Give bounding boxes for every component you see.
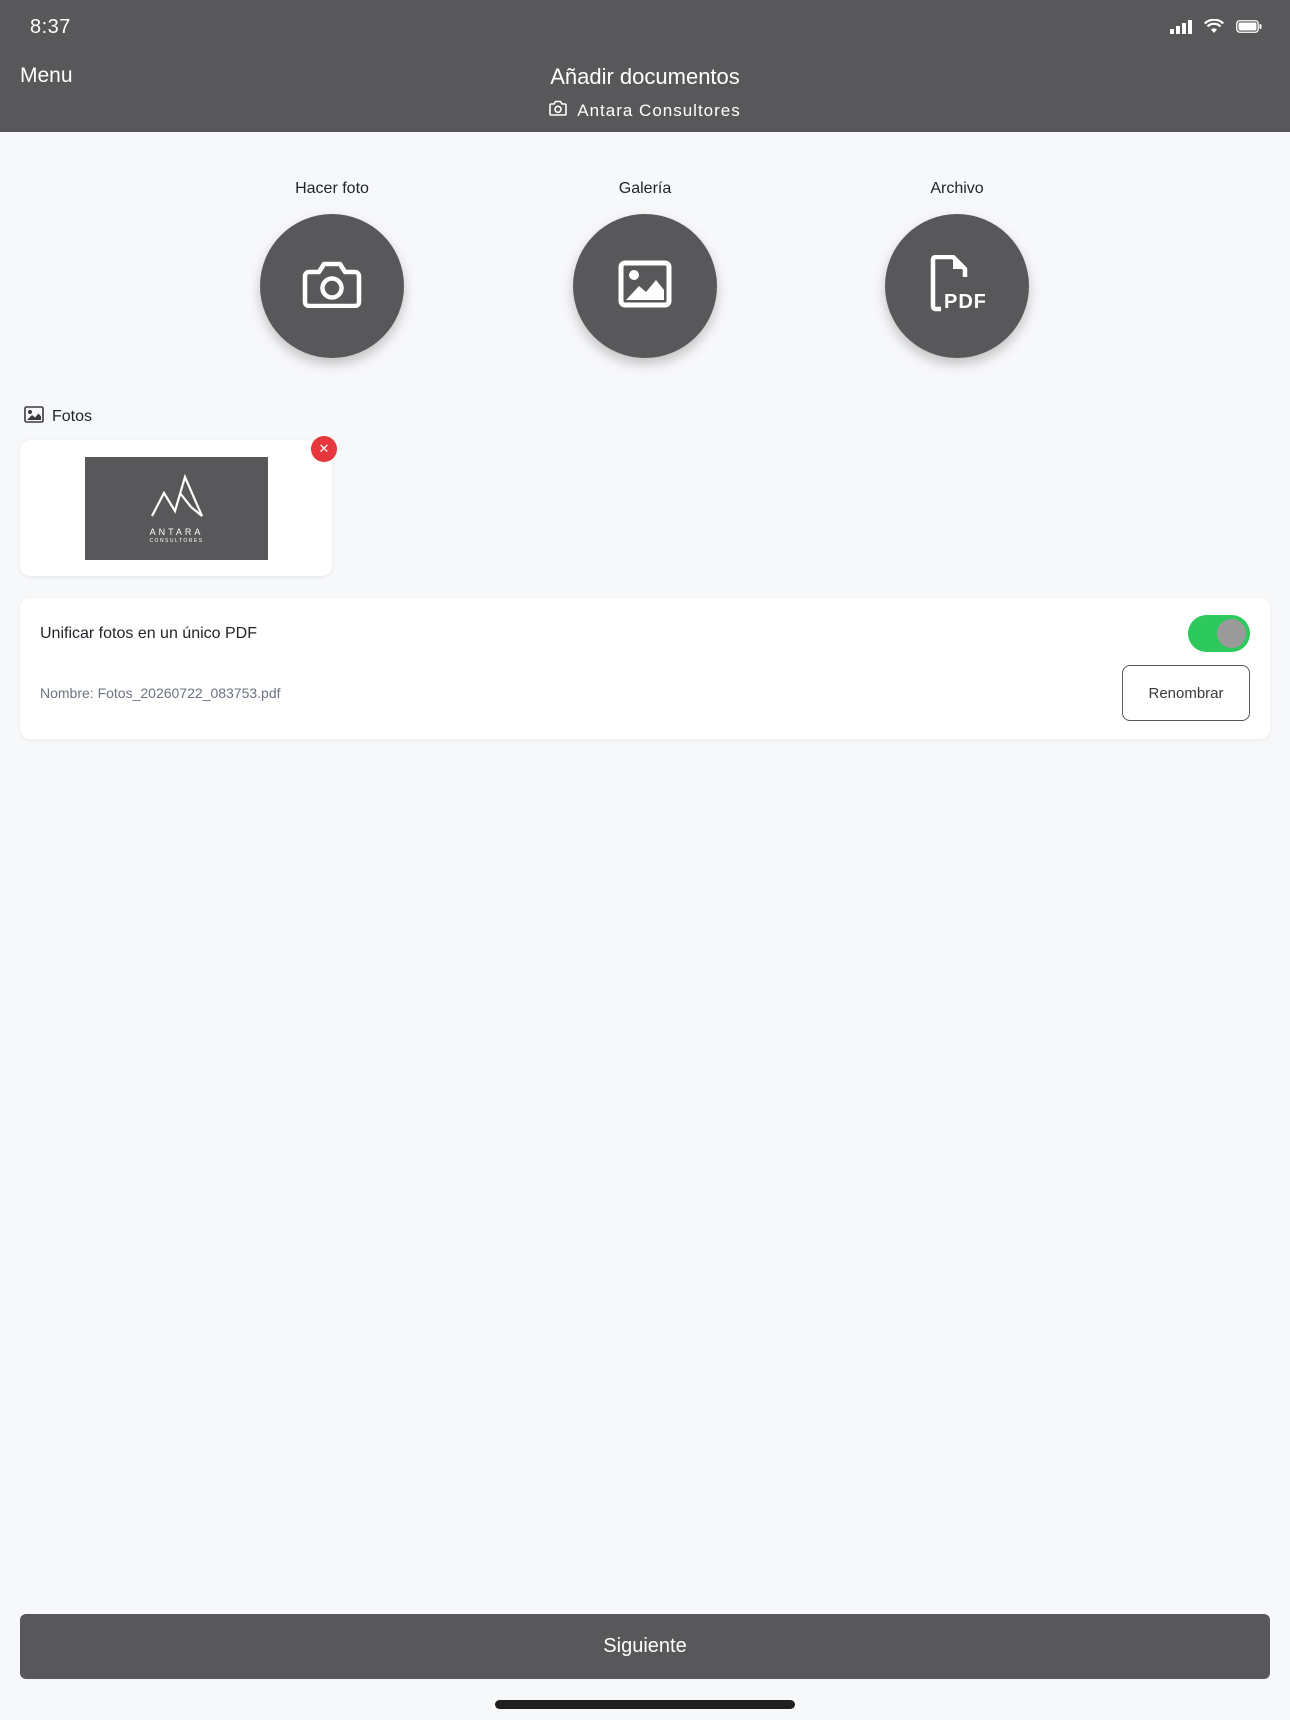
cellular-signal-icon [1170, 19, 1192, 39]
camera-icon [549, 100, 568, 121]
take-photo-action[interactable]: Hacer foto [252, 180, 412, 358]
page-title: Añadir documentos [550, 64, 740, 89]
company-subtitle: Antara Consultores [0, 100, 1290, 121]
photo-thumbnail: ANTARA CONSULTORES [85, 457, 268, 560]
thumbnail-brand: ANTARA [149, 527, 204, 537]
take-photo-label: Hacer foto [295, 180, 369, 197]
gallery-button[interactable] [573, 214, 717, 358]
photo-card[interactable]: ANTARA CONSULTORES [20, 440, 332, 576]
camera-icon [302, 260, 362, 313]
pdf-file-icon: PDF [929, 254, 986, 318]
next-button[interactable]: Siguiente [20, 1614, 1270, 1679]
page: 8:37 Menu Añadir documentos Antara Consu… [0, 0, 1290, 1720]
status-icons [1170, 18, 1262, 39]
pdf-file-name: Nombre: Fotos_20260722_083753.pdf [40, 685, 281, 701]
photos-section-header: Fotos [24, 406, 92, 428]
take-photo-button[interactable] [260, 214, 404, 358]
svg-text:PDF: PDF [944, 291, 985, 313]
file-button[interactable]: PDF [885, 214, 1029, 358]
thumbnail-brand-sub: CONSULTORES [149, 538, 204, 544]
merge-pdf-label: Unificar fotos en un único PDF [40, 625, 257, 642]
toggle-knob [1217, 619, 1246, 648]
merge-pdf-card: Unificar fotos en un único PDF Nombre: F… [20, 598, 1270, 739]
photos-section-label: Fotos [52, 408, 93, 425]
battery-icon [1236, 20, 1262, 38]
close-icon: ✕ [318, 441, 330, 456]
gallery-action[interactable]: Galería [565, 180, 725, 358]
file-action[interactable]: Archivo PDF [877, 180, 1037, 358]
app-header: 8:37 Menu Añadir documentos Antara Consu… [0, 0, 1290, 132]
gallery-label: Galería [618, 180, 672, 197]
antara-logo-icon [149, 473, 205, 524]
image-icon [24, 406, 44, 428]
status-time: 8:37 [30, 16, 71, 38]
wifi-icon [1204, 18, 1224, 39]
home-indicator [495, 1700, 795, 1709]
image-icon [618, 260, 672, 313]
remove-photo-button[interactable]: ✕ [311, 436, 337, 462]
company-name: Antara Consultores [577, 100, 741, 120]
rename-button[interactable]: Renombrar [1122, 665, 1250, 721]
merge-pdf-toggle[interactable] [1188, 615, 1250, 652]
file-label: Archivo [930, 180, 984, 197]
